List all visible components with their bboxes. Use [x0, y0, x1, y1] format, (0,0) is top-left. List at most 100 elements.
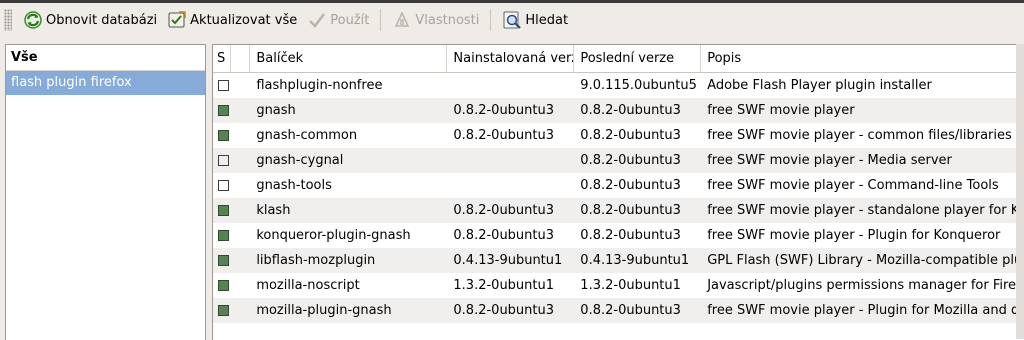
not-installed-checkbox-icon — [218, 180, 230, 191]
latest-version: 0.8.2-0ubuntu3 — [580, 153, 681, 168]
upgrade-all-button[interactable]: Aktualizovat vše — [162, 6, 302, 34]
installed-checkbox-icon — [218, 105, 230, 116]
package-name: mozilla-plugin-gnash — [256, 303, 392, 318]
table-row[interactable]: mozilla-plugin-gnash 0.8.2-0ubuntu3 0.8.2-… — [213, 298, 1024, 323]
installed-version: 0.8.2-0ubuntu3 — [453, 128, 555, 143]
installed-version — [447, 73, 574, 98]
table-row[interactable]: mozilla-noscript 1.3.2-0ubuntu1 1.3.2-0ubu… — [213, 273, 1024, 298]
package-name: flashplugin-nonfree — [256, 78, 383, 93]
table-header: S Balíček Nainstalovaná verz Poslední ve… — [213, 45, 1024, 73]
latest-version: 0.8.2-0ubuntu3 — [580, 303, 681, 318]
installed-version: 0.8.2-0ubuntu3 — [453, 103, 555, 118]
status-checkbox[interactable] — [213, 298, 231, 323]
package-name: mozilla-noscript — [256, 278, 360, 293]
status-checkbox[interactable] — [213, 273, 231, 298]
installed-version: 0.4.13-9ubuntu1 — [453, 253, 563, 268]
package-list: S Balíček Nainstalovaná verz Poslední ve… — [212, 44, 1024, 340]
row-spacer — [231, 173, 251, 198]
installed-version: 0.8.2-0ubuntu3 — [453, 303, 555, 318]
package-description: Adobe Flash Player plugin installer — [707, 78, 932, 93]
latest-version: 0.8.2-0ubuntu3 — [580, 203, 681, 218]
column-latest-version[interactable]: Poslední verze — [574, 45, 702, 72]
row-spacer — [231, 123, 251, 148]
status-checkbox[interactable] — [213, 248, 231, 273]
search-button[interactable]: Hledat — [497, 6, 573, 34]
reload-button[interactable]: Obnovit databázi — [18, 6, 162, 34]
filter-panel: Vše flash plugin firefox — [5, 44, 206, 340]
package-description: free SWF movie player — [707, 103, 855, 118]
filter-header[interactable]: Vše — [6, 45, 205, 71]
toolbar-grip[interactable] — [4, 9, 12, 31]
status-checkbox[interactable] — [213, 173, 231, 198]
package-name: libflash-mozplugin — [256, 253, 376, 268]
not-installed-checkbox-icon — [218, 80, 230, 91]
reload-icon — [23, 10, 43, 30]
status-checkbox[interactable] — [213, 123, 231, 148]
table-row[interactable]: gnash 0.8.2-0ubuntu3 0.8.2-0ubuntu3 free SW… — [213, 98, 1024, 123]
package-name: gnash-tools — [256, 178, 332, 193]
table-row[interactable]: gnash-tools 0.8.2-0ubuntu3 free SWF movie … — [213, 173, 1024, 198]
column-installed-version[interactable]: Nainstalovaná verz — [447, 45, 575, 72]
installed-version: 1.3.2-0ubuntu1 — [453, 278, 555, 293]
column-description[interactable]: Popis — [701, 45, 1024, 72]
table-body: flashplugin-nonfree 9.0.115.0ubuntu5 Adobe… — [213, 73, 1024, 323]
row-spacer — [231, 223, 251, 248]
latest-version: 0.8.2-0ubuntu3 — [580, 228, 681, 243]
column-package[interactable]: Balíček — [250, 45, 448, 72]
status-checkbox[interactable] — [213, 198, 231, 223]
table-row[interactable]: flashplugin-nonfree 9.0.115.0ubuntu5 Adobe… — [213, 73, 1024, 98]
installed-version — [447, 173, 574, 198]
latest-version: 0.4.13-9ubuntu1 — [580, 253, 690, 268]
installed-checkbox-icon — [218, 305, 230, 316]
installed-checkbox-icon — [218, 255, 230, 266]
package-description: free SWF movie player - common files/lib… — [707, 128, 1012, 143]
package-description: free SWF movie player - standalone playe… — [707, 203, 1020, 218]
table-row[interactable]: gnash-common 0.8.2-0ubuntu3 0.8.2-0ubuntu3… — [213, 123, 1024, 148]
vertical-scrollbar[interactable] — [1016, 44, 1024, 339]
installed-checkbox-icon — [218, 230, 230, 241]
table-row[interactable]: klash 0.8.2-0ubuntu3 0.8.2-0ubuntu3 free SW… — [213, 198, 1024, 223]
package-name: gnash — [256, 103, 296, 118]
status-checkbox[interactable] — [213, 148, 231, 173]
search-icon — [502, 10, 522, 30]
package-description: free SWF movie player - Plugin for Mozil… — [707, 303, 1020, 318]
status-checkbox[interactable] — [213, 223, 231, 248]
apply-button[interactable]: Použít — [302, 6, 374, 34]
reload-label: Obnovit databázi — [46, 12, 158, 28]
toolbar: Obnovit databázi Aktualizovat vše Použít — [0, 3, 1024, 37]
upgrade-label: Aktualizovat vše — [190, 12, 298, 28]
package-description: free SWF movie player - Command-line Too… — [707, 178, 999, 193]
package-name: gnash-cygnal — [256, 153, 344, 168]
package-name: konqueror-plugin-gnash — [256, 228, 411, 243]
properties-button[interactable]: Vlastnosti — [387, 6, 484, 34]
installed-checkbox-icon — [218, 205, 230, 216]
installed-checkbox-icon — [218, 280, 230, 291]
latest-version: 0.8.2-0ubuntu3 — [580, 103, 681, 118]
package-description: free SWF movie player - Media server — [707, 153, 952, 168]
row-spacer — [231, 248, 251, 273]
table-row[interactable]: gnash-cygnal 0.8.2-0ubuntu3 free SWF movie… — [213, 148, 1024, 173]
installed-checkbox-icon — [218, 130, 230, 141]
toolbar-separator — [380, 9, 382, 31]
package-name: gnash-common — [256, 128, 358, 143]
package-name: klash — [256, 203, 291, 218]
latest-version: 0.8.2-0ubuntu3 — [580, 128, 681, 143]
status-checkbox[interactable] — [213, 98, 231, 123]
properties-icon — [392, 10, 412, 30]
table-row[interactable]: konqueror-plugin-gnash 0.8.2-0ubuntu3 0.8.… — [213, 223, 1024, 248]
row-spacer — [231, 298, 251, 323]
row-spacer — [231, 148, 251, 173]
package-description: Javascript/plugins permissions manager f… — [707, 278, 1017, 293]
installed-version: 0.8.2-0ubuntu3 — [453, 203, 555, 218]
latest-version: 1.3.2-0ubuntu1 — [580, 278, 681, 293]
properties-label: Vlastnosti — [415, 12, 480, 28]
row-spacer — [231, 273, 251, 298]
column-status[interactable]: S — [213, 45, 231, 72]
row-spacer — [231, 98, 251, 123]
installed-version: 0.8.2-0ubuntu3 — [453, 228, 555, 243]
status-checkbox[interactable] — [213, 73, 231, 98]
package-description: GPL Flash (SWF) Library - Mozilla-compat… — [707, 253, 1023, 268]
table-row[interactable]: libflash-mozplugin 0.4.13-9ubuntu1 0.4.13-… — [213, 248, 1024, 273]
filter-item-selected[interactable]: flash plugin firefox — [6, 71, 205, 95]
row-spacer — [231, 73, 251, 98]
